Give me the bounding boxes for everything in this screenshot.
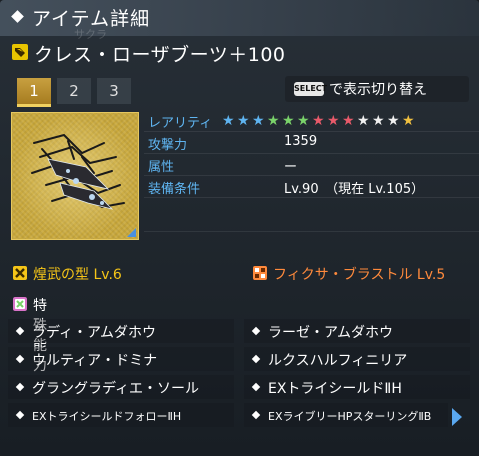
tab-3[interactable]: 3 (97, 78, 131, 104)
item-name-row: クレス・ローザブーツ＋100 (10, 40, 410, 68)
ability-label: EXトライシールドⅡH (268, 381, 402, 397)
bullet-diamond-icon (251, 354, 261, 364)
rarity-star-icon: ★ (237, 113, 250, 129)
item-detail-panel: アイテム詳細 サクラ クレス・ローザブーツ＋100 SELECT で表示切り替え… (0, 0, 479, 456)
tab-1[interactable]: 1 (17, 78, 51, 107)
requirement-value: Lv.90 （現在 Lv.105） (284, 182, 425, 197)
attack-label: 攻撃力 (148, 138, 188, 153)
latent-x-icon (13, 266, 27, 280)
latent-left-label: 煌武の型 Lv.6 (33, 267, 122, 283)
element-label: 属性 (148, 160, 175, 175)
ability-label: グラングラディエ・ソール (32, 381, 200, 397)
rarity-row: レアリティ ★ ★ ★ ★ ★ ★ ★ ★ ★ ★ ★ ★ ★ (144, 110, 479, 132)
rarity-star-icon: ★ (327, 113, 340, 129)
blank-row (144, 198, 479, 232)
ability-label: EXトライシールドフォローⅡH (32, 410, 182, 423)
ability-item: ラディ・アムダホウ (8, 319, 234, 343)
bullet-diamond-icon (15, 382, 25, 392)
rarity-star-icon: ★ (252, 113, 265, 129)
rarity-label: レアリティ (148, 116, 213, 131)
ability-item: ラーゼ・アムダホウ (244, 319, 470, 343)
rarity-star-icon: ★ (312, 113, 325, 129)
item-name: クレス・ローザブーツ＋100 (34, 44, 286, 66)
header-bar: アイテム詳細 サクラ (0, 0, 479, 41)
rarity-star-icon: ★ (372, 113, 385, 129)
rarity-star-icon: ★ (282, 113, 295, 129)
ability-item: EXトライシールドフォローⅡH (8, 403, 234, 427)
tab-2[interactable]: 2 (57, 78, 91, 104)
ability-item: ルクスハルフィニリア (244, 347, 470, 371)
select-button-icon: SELECT (294, 82, 327, 96)
ability-item: ウルティア・ドミナ (8, 347, 234, 371)
element-value: ー (284, 160, 298, 175)
rarity-star-icon: ★ (222, 113, 235, 129)
thumb-corner-marker (127, 228, 136, 237)
stats-table: レアリティ ★ ★ ★ ★ ★ ★ ★ ★ ★ ★ ★ ★ ★ 攻撃力 1359 属性 ー 装備条件 L… (144, 110, 479, 232)
attack-value: 1359 (284, 134, 318, 149)
attack-row: 攻撃力 1359 (144, 132, 479, 154)
ability-label: ルクスハルフィニリア (268, 353, 408, 369)
latent-checker-icon (253, 266, 267, 280)
item-type-icon (12, 44, 28, 60)
requirement-row: 装備条件 Lv.90 （現在 Lv.105） (144, 176, 479, 198)
item-thumbnail (11, 112, 139, 240)
rarity-star-icon: ★ (267, 113, 280, 129)
bullet-diamond-icon (15, 354, 25, 364)
scroll-right-arrow-icon[interactable] (452, 408, 462, 426)
rarity-star-icon: ★ (342, 113, 355, 129)
select-toggle-hint[interactable]: SELECT で表示切り替え (285, 76, 469, 102)
ability-label: EXライブリーHPスターリングⅡB (268, 410, 432, 423)
rarity-star-icon: ★ (297, 113, 310, 129)
header-diamond-icon (11, 10, 24, 23)
element-row: 属性 ー (144, 154, 479, 176)
latent-right-label: フィクサ・ブラストル Lv.5 (273, 267, 446, 283)
bullet-diamond-icon (15, 326, 25, 336)
select-hint-label: で表示切り替え (329, 82, 427, 98)
ability-item: グラングラディエ・ソール (8, 375, 234, 399)
rarity-star-icon: ★ (402, 113, 415, 129)
special-ability-icon (13, 297, 27, 311)
bullet-diamond-icon (251, 382, 261, 392)
bullet-diamond-icon (251, 410, 261, 420)
ability-label: ラディ・アムダホウ (32, 325, 157, 341)
ability-label: ラーゼ・アムダホウ (268, 325, 394, 341)
rarity-star-icon: ★ (387, 113, 400, 129)
bullet-diamond-icon (15, 410, 25, 420)
ability-item: EXトライシールドⅡH (244, 375, 470, 399)
bullet-diamond-icon (251, 326, 261, 336)
ability-item: EXライブリーHPスターリングⅡB (244, 403, 448, 427)
ability-label: ウルティア・ドミナ (32, 353, 158, 369)
boots-illustration-icon (31, 133, 125, 210)
rarity-star-icon: ★ (357, 113, 370, 129)
requirement-label: 装備条件 (148, 182, 201, 197)
